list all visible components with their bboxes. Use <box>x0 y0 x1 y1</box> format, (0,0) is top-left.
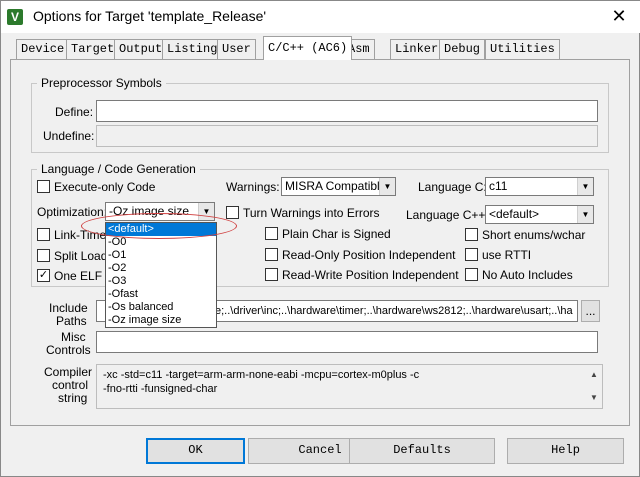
chevron-down-icon: ▼ <box>577 178 593 195</box>
compiler-string-line-2: -fno-rtti -funsigned-char <box>103 383 218 395</box>
language-c-label: Language C: <box>418 180 487 194</box>
language-cpp-select[interactable]: <default> ▼ <box>485 205 594 224</box>
plain-char-checkbox[interactable] <box>265 227 278 240</box>
warnings-select[interactable]: MISRA Compatible ▼ <box>281 177 396 196</box>
tab-c-cpp-ac6[interactable]: C/C++ (AC6) <box>263 36 353 60</box>
preprocessor-group-title: Preprocessor Symbols <box>37 76 166 90</box>
plain-char-label: Plain Char is Signed <box>282 227 391 241</box>
controls-label: Controls <box>46 343 91 357</box>
tab-debug[interactable]: Debug <box>439 39 486 59</box>
tab-listing[interactable]: Listing <box>162 39 223 59</box>
paths-label: Paths <box>56 314 87 328</box>
misc-label: Misc <box>61 330 86 344</box>
tab-target[interactable]: Target <box>66 39 120 59</box>
title-bar: V Options for Target 'template_Release' … <box>1 1 640 33</box>
dropdown-option-o1[interactable]: -O1 <box>106 249 216 262</box>
execute-only-checkbox[interactable] <box>37 180 50 193</box>
ok-button[interactable]: OK <box>146 438 245 464</box>
ropi-label: Read-Only Position Independent <box>282 248 456 262</box>
split-load-checkbox[interactable] <box>37 249 50 262</box>
help-button[interactable]: Help <box>507 438 624 464</box>
close-button[interactable]: ✕ <box>601 3 637 29</box>
compiler-control-string: -xc -std=c11 -target=arm-arm-none-eabi -… <box>96 364 603 409</box>
scroll-up-icon[interactable]: ▲ <box>587 369 601 381</box>
scroll-down-icon[interactable]: ▼ <box>587 392 601 404</box>
tab-linker[interactable]: Linker <box>390 39 444 59</box>
defaults-button[interactable]: Defaults <box>349 438 495 464</box>
define-input[interactable] <box>96 100 598 122</box>
dropdown-option-oz-image-size[interactable]: -Oz image size <box>106 314 216 327</box>
one-elf-checkbox[interactable]: ✓ <box>37 269 50 282</box>
chevron-down-icon: ▼ <box>577 206 593 223</box>
tab-user[interactable]: User <box>217 39 256 59</box>
split-load-label: Split Load <box>54 249 108 263</box>
control-label: control <box>52 378 89 392</box>
options-dialog: V Options for Target 'template_Release' … <box>0 0 640 477</box>
compiler-label: Compiler <box>44 365 93 379</box>
language-group-title: Language / Code Generation <box>37 162 200 176</box>
no-auto-includes-checkbox[interactable] <box>465 268 478 281</box>
dropdown-option-os-balanced[interactable]: -Os balanced <box>106 301 216 314</box>
short-enums-checkbox[interactable] <box>465 228 478 241</box>
execute-only-label: Execute-only Code <box>54 180 156 194</box>
tab-output[interactable]: Output <box>114 39 168 59</box>
language-cpp-value: <default> <box>489 207 540 221</box>
optimization-label: Optimization: <box>37 205 108 219</box>
undefine-label: Undefine: <box>43 129 95 143</box>
misc-controls-input[interactable] <box>96 331 598 353</box>
short-enums-label: Short enums/wchar <box>482 228 586 242</box>
language-c-value: c11 <box>489 179 508 193</box>
define-label: Define: <box>55 105 94 119</box>
rwpi-checkbox[interactable] <box>265 268 278 281</box>
use-rtti-label: use RTTI <box>482 248 532 262</box>
turn-warnings-checkbox[interactable] <box>226 206 239 219</box>
dropdown-option-ofast[interactable]: -Ofast <box>106 288 216 301</box>
dropdown-option-o3[interactable]: -O3 <box>106 275 216 288</box>
link-time-checkbox[interactable] <box>37 228 50 241</box>
no-auto-includes-label: No Auto Includes <box>482 268 573 282</box>
annotation-ellipse <box>81 213 237 239</box>
include-label: Include <box>49 301 88 315</box>
warnings-value: MISRA Compatible <box>285 179 387 193</box>
ropi-checkbox[interactable] <box>265 248 278 261</box>
tab-utilities[interactable]: Utilities <box>485 39 560 59</box>
tab-device[interactable]: Device <box>16 39 70 59</box>
dropdown-option-o2[interactable]: -O2 <box>106 262 216 275</box>
compiler-string-line-1: -xc -std=c11 -target=arm-arm-none-eabi -… <box>103 369 420 381</box>
keil-uvision-icon: V <box>7 9 23 25</box>
language-c-select[interactable]: c11 ▼ <box>485 177 594 196</box>
include-paths-browse-button[interactable]: ... <box>581 300 600 322</box>
rwpi-label: Read-Write Position Independent <box>282 268 459 282</box>
chevron-down-icon: ▼ <box>379 178 395 195</box>
warnings-label: Warnings: <box>226 180 280 194</box>
use-rtti-checkbox[interactable] <box>465 248 478 261</box>
string-label: string <box>58 391 88 405</box>
turn-warnings-label: Turn Warnings into Errors <box>243 206 380 220</box>
window-title: Options for Target 'template_Release' <box>33 8 267 24</box>
language-cpp-label: Language C++: <box>406 208 489 222</box>
undefine-input[interactable] <box>96 125 598 147</box>
